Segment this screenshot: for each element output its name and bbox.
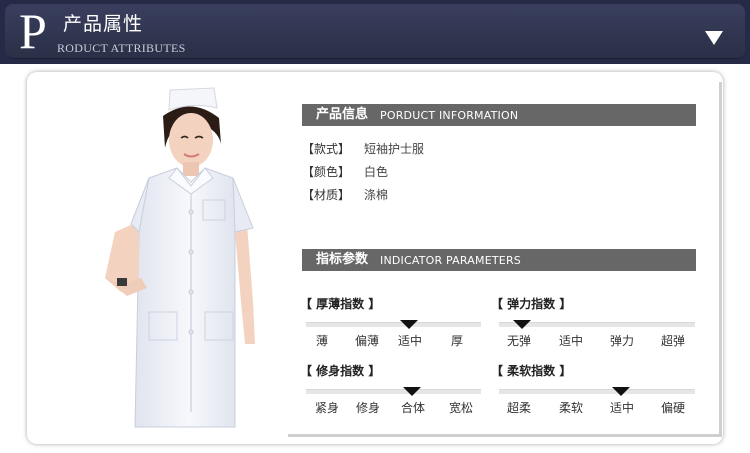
indicator-option: 弹力: [609, 334, 634, 348]
indicator-option: 薄: [315, 334, 328, 348]
product-info-title-en: PORDUCT INFORMATION: [380, 109, 519, 122]
product-photo: [57, 82, 257, 434]
indicator-title-thickness: 【 厚薄指数 】: [300, 297, 381, 311]
indicator-marker-icon: [513, 320, 531, 329]
header-big-letter: P: [19, 3, 47, 59]
header-subtitle: RODUCT ATTRIBUTES: [57, 41, 186, 55]
indicator-title-fit: 【 修身指数 】: [300, 364, 381, 378]
triangle-down-icon[interactable]: [705, 31, 723, 45]
info-label: 【颜色】: [302, 165, 351, 179]
indicator-option: 超弹: [660, 334, 685, 348]
indicator-title-en: INDICATOR PARAMETERS: [380, 254, 521, 267]
product-info-title-cn: 产品信息: [316, 107, 369, 122]
product-info-header: 产品信息 PORDUCT INFORMATION: [302, 104, 696, 126]
info-label: 【材质】: [302, 188, 351, 202]
indicator-title-cn: 指标参数: [316, 252, 369, 267]
info-value: 白色: [364, 165, 389, 179]
indicator-option: 宽松: [448, 401, 473, 415]
indicator-track-thickness: [306, 322, 481, 327]
indicator-option: 无弹: [506, 334, 531, 348]
indicator-marker-icon: [612, 387, 630, 396]
nurse-uniform-illustration: [105, 87, 255, 428]
header-title: 产品属性: [63, 13, 144, 35]
indicator-option: 适中: [558, 334, 583, 348]
indicator-option: 超柔: [506, 401, 531, 415]
header-panel: P 产品属性 RODUCT ATTRIBUTES: [5, 4, 745, 59]
indicator-option: 偏硬: [660, 401, 685, 415]
indicator-option: 柔软: [558, 401, 583, 415]
indicator-header: 指标参数 INDICATOR PARAMETERS: [302, 249, 696, 271]
info-value: 涤棉: [364, 188, 389, 202]
indicator-marker-icon: [400, 320, 418, 329]
indicator-track-fit: [306, 389, 481, 394]
indicator-option: 合体: [400, 401, 425, 415]
indicator-title-elasticity: 【 弹力指数 】: [491, 297, 572, 311]
indicator-option: 适中: [397, 334, 422, 348]
indicator-title-softness: 【 柔软指数 】: [491, 364, 572, 378]
product-attributes-card: 产品信息 PORDUCT INFORMATION 【款式】 短袖护士服 【颜色】…: [27, 72, 723, 444]
header-banner: P 产品属性 RODUCT ATTRIBUTES: [0, 0, 750, 64]
indicator-marker-icon: [403, 387, 421, 396]
info-value: 短袖护士服: [364, 142, 425, 156]
indicator-option: 偏薄: [354, 334, 379, 348]
info-label: 【款式】: [302, 142, 351, 156]
indicator-option: 厚: [450, 334, 463, 348]
indicator-option: 修身: [355, 401, 380, 415]
indicator-option: 适中: [609, 401, 634, 415]
indicator-track-softness: [499, 389, 695, 394]
